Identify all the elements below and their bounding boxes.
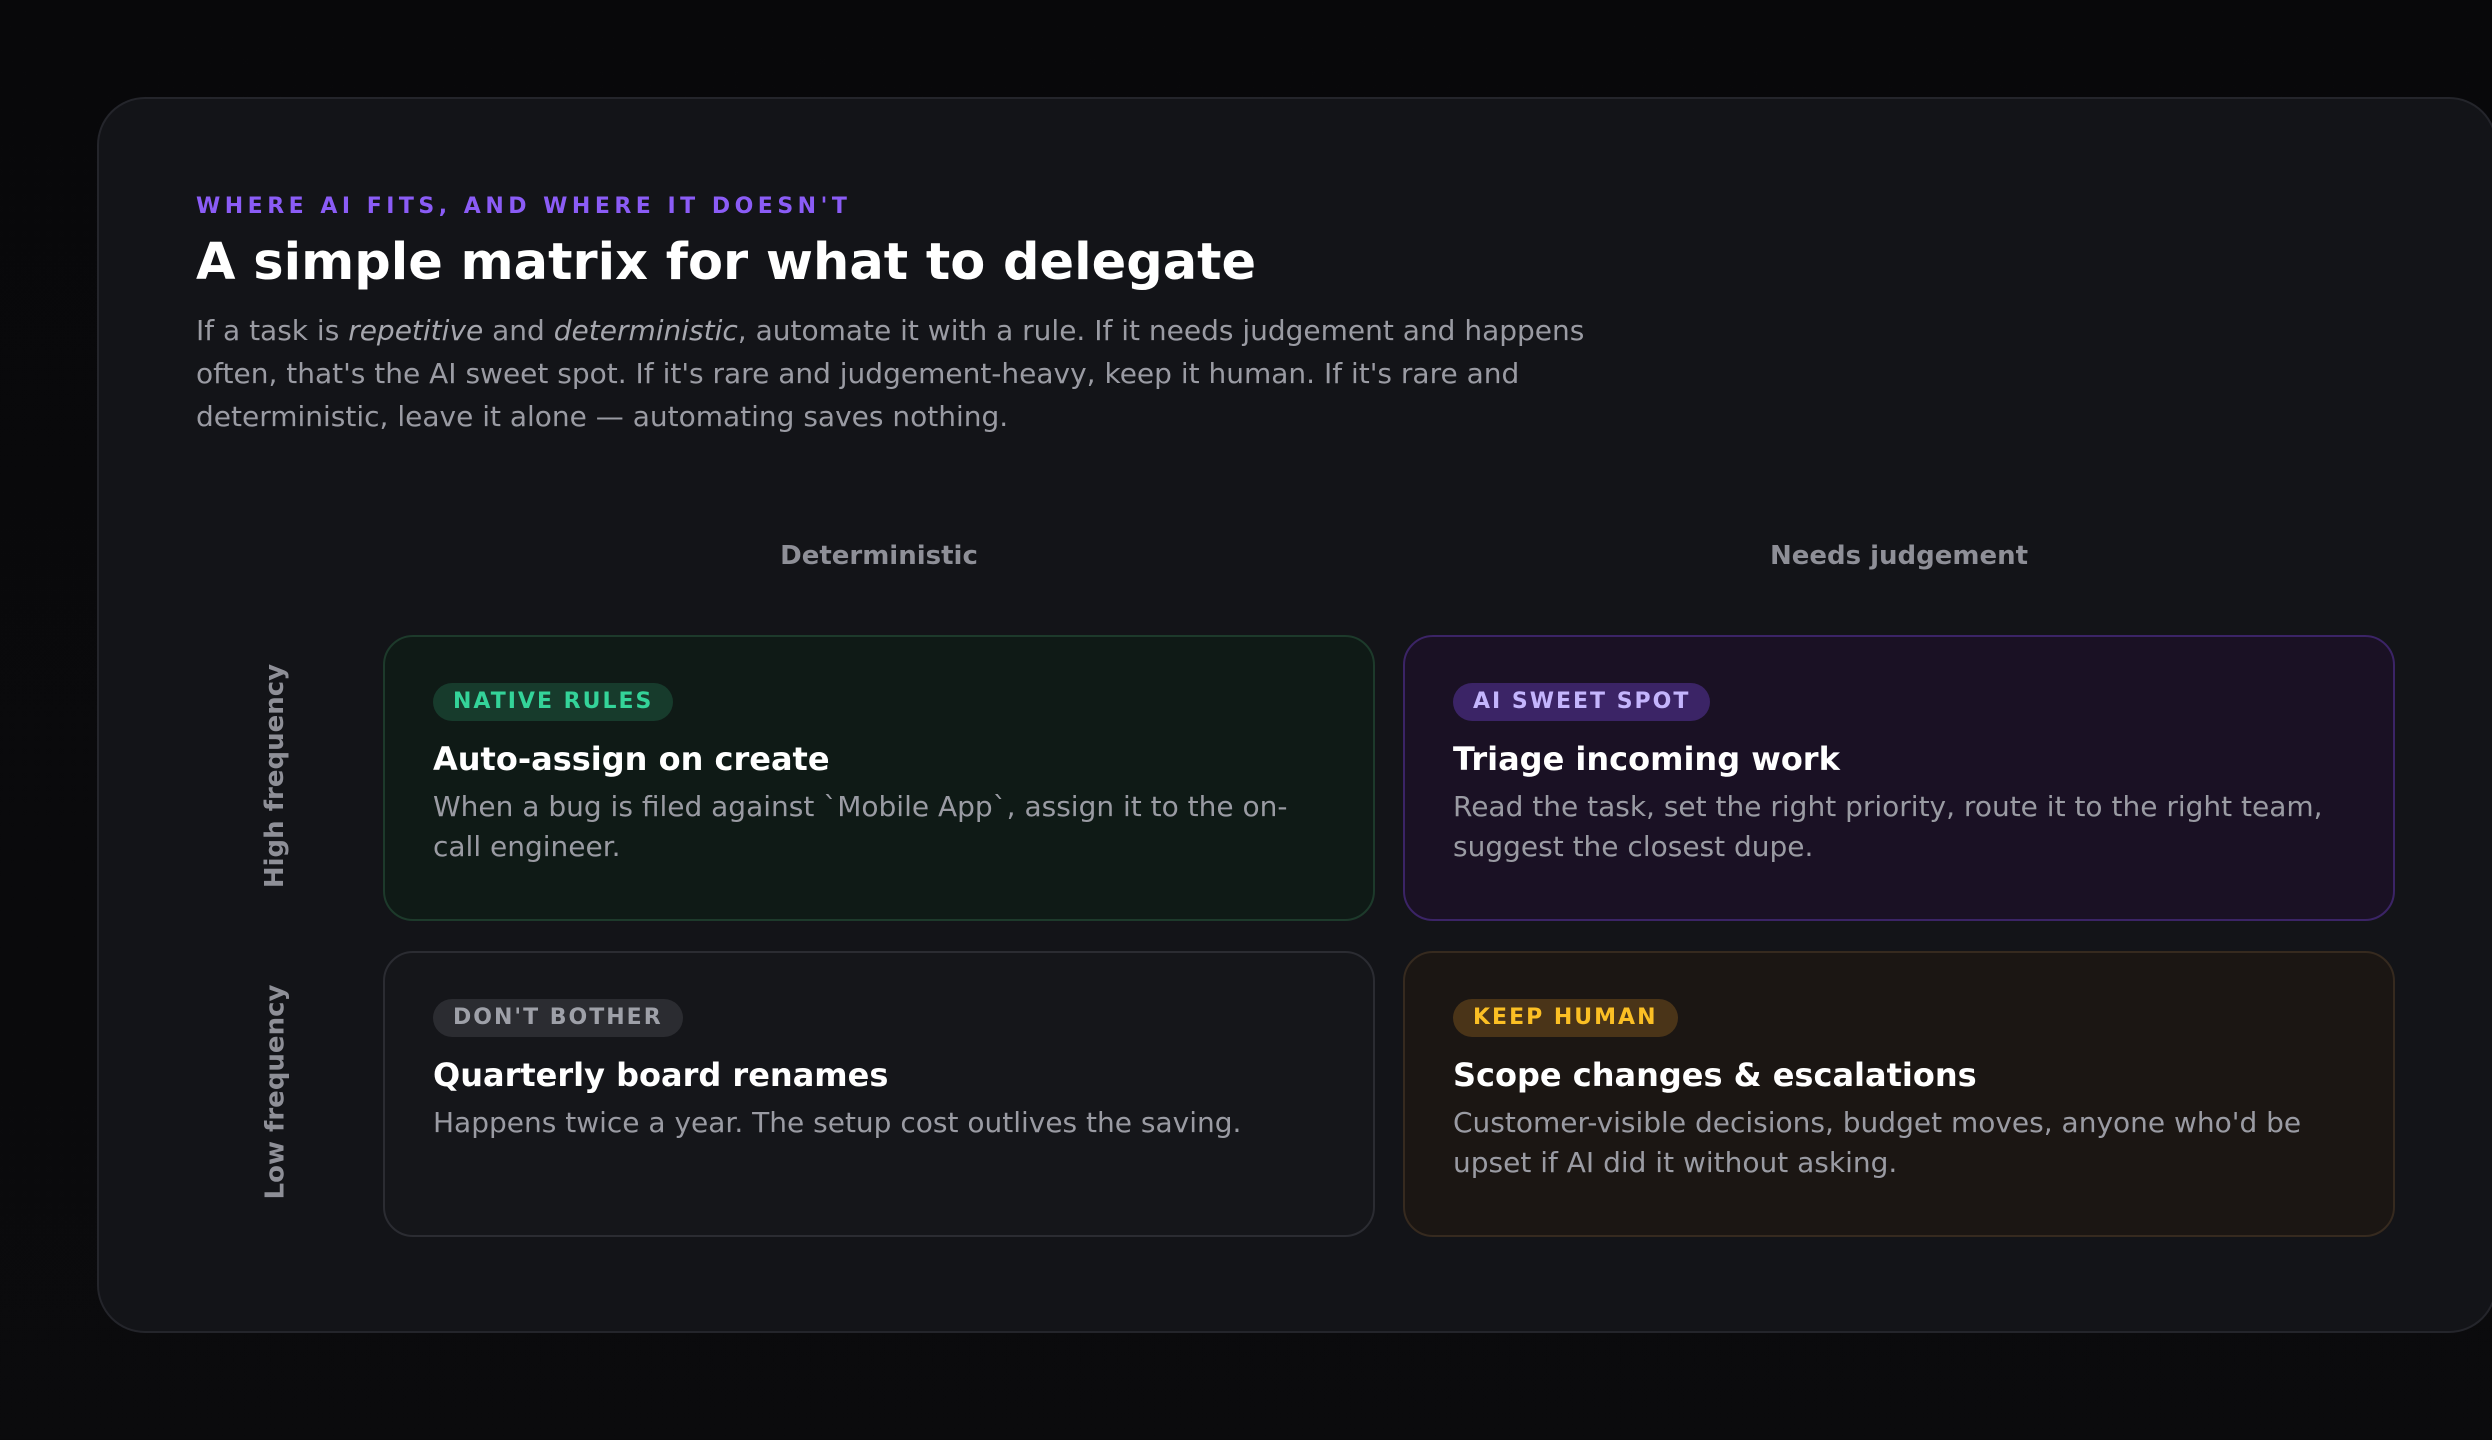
- row-header-high-frequency: High frequency: [250, 635, 300, 917]
- cell-description: When a bug is filed against `Mobile App`…: [433, 790, 1288, 863]
- row-header-low-frequency-label: Low frequency: [260, 984, 290, 1200]
- cell-title: Scope changes & escalations: [1453, 1056, 1977, 1094]
- delegation-matrix-card: WHERE AI FITS, AND WHERE IT DOESN'T A si…: [97, 97, 2492, 1333]
- matrix-cell-ai-sweet-spot: AI SWEET SPOT Triage incoming work Read …: [1403, 635, 2395, 921]
- intro-emphasis-repetitive: repetitive: [348, 314, 484, 347]
- badge-keep-human: KEEP HUMAN: [1453, 999, 1678, 1037]
- intro-text-2: and: [483, 314, 554, 347]
- cell-title: Triage incoming work: [1453, 740, 1840, 778]
- matrix-cell-keep-human: KEEP HUMAN Scope changes & escalations C…: [1403, 951, 2395, 1237]
- cell-title: Auto-assign on create: [433, 740, 830, 778]
- badge-native-rules: NATIVE RULES: [433, 683, 674, 721]
- intro-paragraph: If a task is repetitive and deterministi…: [196, 309, 1586, 438]
- intro-text-1: If a task is: [196, 314, 349, 347]
- column-header-deterministic: Deterministic: [780, 541, 978, 571]
- matrix-cell-native-rules: NATIVE RULES Auto-assign on create When …: [383, 635, 1375, 921]
- matrix-cell-dont-bother: DON'T BOTHER Quarterly board renames Hap…: [383, 951, 1375, 1237]
- cell-description: Happens twice a year. The setup cost out…: [433, 1106, 1242, 1139]
- badge-dont-bother: DON'T BOTHER: [433, 999, 683, 1037]
- cell-description: Customer-visible decisions, budget moves…: [1453, 1106, 2302, 1179]
- row-header-low-frequency: Low frequency: [250, 951, 300, 1233]
- row-header-high-frequency-label: High frequency: [260, 663, 290, 889]
- intro-emphasis-deterministic: deterministic: [553, 314, 738, 347]
- cell-title: Quarterly board renames: [433, 1056, 889, 1094]
- cell-description: Read the task, set the right priority, r…: [1453, 790, 2323, 863]
- page-title: A simple matrix for what to delegate: [196, 233, 1257, 292]
- column-header-needs-judgement: Needs judgement: [1769, 541, 2029, 571]
- eyebrow-label: WHERE AI FITS, AND WHERE IT DOESN'T: [196, 194, 852, 219]
- badge-ai-sweet-spot: AI SWEET SPOT: [1453, 683, 1711, 721]
